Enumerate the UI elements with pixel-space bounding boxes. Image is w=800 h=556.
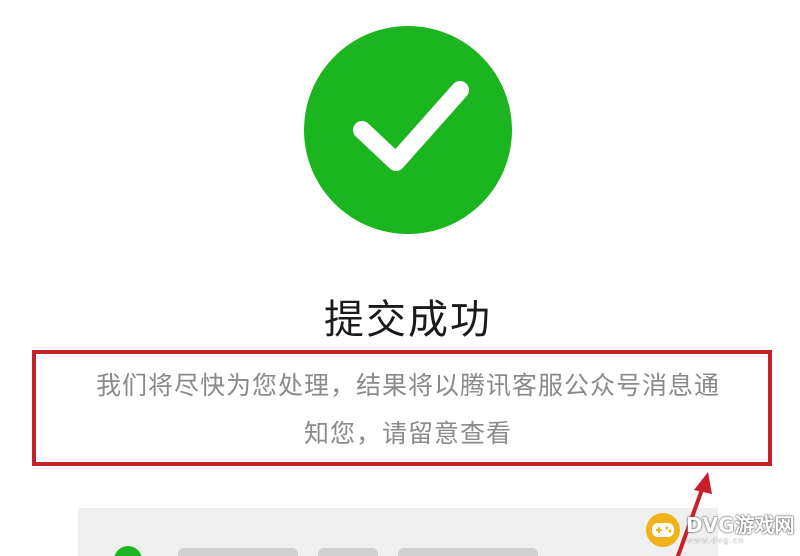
partial-card xyxy=(78,508,718,556)
watermark: DVG游戏网 www.dvg.cn xyxy=(646,510,796,550)
blurred-text xyxy=(318,548,378,556)
watermark-sub-text: www.dvg.cn xyxy=(686,536,745,545)
status-message-line-1: 我们将尽快为您处理，结果将以腾讯客服公众号消息通 xyxy=(95,371,720,400)
success-checkmark-icon xyxy=(304,26,512,234)
watermark-main-text: DVG游戏网 xyxy=(686,513,795,537)
blurred-text xyxy=(398,548,538,556)
status-message-line-2: 知您，请留意查看 xyxy=(303,419,512,448)
page-title: 提交成功 xyxy=(324,297,492,343)
checkmark-icon xyxy=(353,81,469,171)
blurred-text xyxy=(178,548,298,556)
status-message: 我们将尽快为您处理，结果将以腾讯客服公众号消息通 知您，请留意查看 xyxy=(48,362,768,458)
green-dot-icon xyxy=(114,546,142,556)
gamepad-icon xyxy=(646,513,680,547)
submission-success-screen: 提交成功 我们将尽快为您处理，结果将以腾讯客服公众号消息通 知您，请留意查看 D… xyxy=(0,0,800,556)
